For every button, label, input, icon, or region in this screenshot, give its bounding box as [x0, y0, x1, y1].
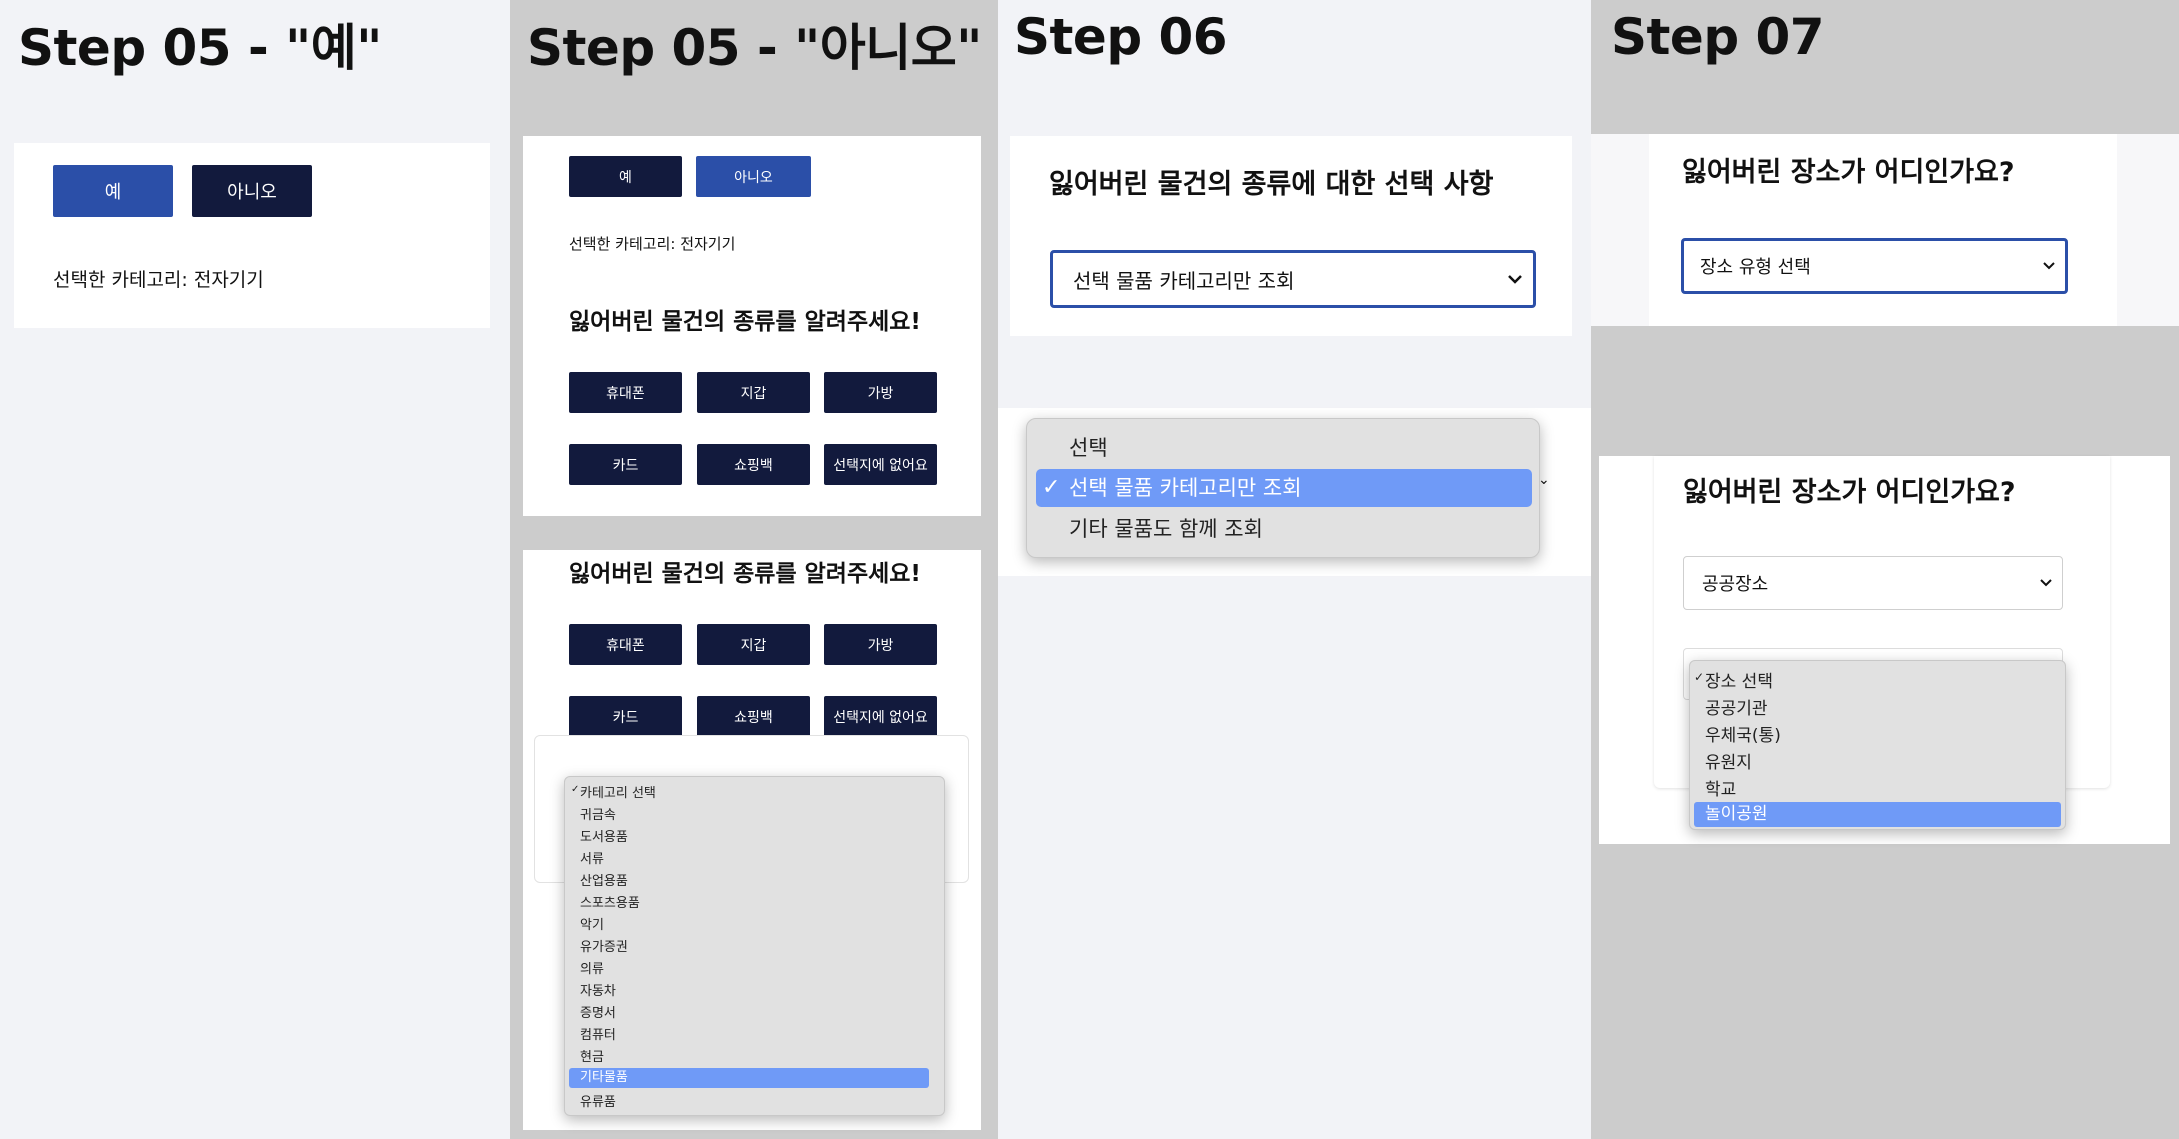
dropdown-option[interactable]: 유원지 — [1705, 748, 1752, 773]
lost-item-question: 잃어버린 물건의 종류를 알려주세요! — [569, 309, 921, 335]
place-type-select-value: 공공장소 — [1702, 574, 1769, 595]
dropdown-option[interactable]: 선택 — [1069, 432, 1108, 462]
dropdown-option[interactable]: 공공기관 — [1705, 694, 1768, 719]
step07-upper-card: 잃어버린 장소가 어디인가요? 장소 유형 선택 — [1649, 134, 2117, 326]
checkmark-icon: ✓ — [1042, 475, 1061, 500]
category-button-card[interactable]: 카드 — [569, 444, 682, 485]
yes-button[interactable]: 예 — [569, 156, 682, 197]
step05-yes-panel: Step 05 - "예" 예 아니오 선택한 카테고리: 전자기기 — [0, 0, 510, 1139]
category-button-bag[interactable]: 가방 — [824, 372, 937, 413]
dropdown-option[interactable]: 의류 — [580, 958, 604, 977]
search-scope-select-value: 선택 물품 카테고리만 조회 — [1073, 268, 1295, 293]
dropdown-option[interactable]: 기타 물품도 함께 조회 — [1069, 513, 1263, 543]
category-button-phone[interactable]: 휴대폰 — [569, 372, 682, 413]
step06-panel: Step 06 잃어버린 물건의 종류에 대한 선택 사항 선택 물품 카테고리… — [998, 0, 1591, 1139]
lost-item-question: 잃어버린 물건의 종류를 알려주세요! — [569, 561, 921, 587]
dropdown-option[interactable]: 카테고리 선택 — [580, 782, 656, 801]
dropdown-option[interactable]: 컴퓨터 — [580, 1024, 616, 1043]
checkmark-icon: ✓ — [571, 784, 580, 795]
category-button-shopping-bag[interactable]: 쇼핑백 — [697, 696, 810, 737]
dropdown-option[interactable]: 귀금속 — [580, 804, 616, 823]
category-button-other[interactable]: 선택지에 없어요 — [824, 696, 937, 737]
checkmark-icon: ✓ — [1694, 670, 1705, 684]
yes-button[interactable]: 예 — [53, 165, 173, 217]
dropdown-option[interactable]: 우체국(통) — [1705, 721, 1781, 746]
dropdown-option[interactable]: 유가증권 — [580, 936, 628, 955]
dropdown-option-highlighted[interactable]: 기타물품 — [569, 1068, 929, 1088]
category-button-phone[interactable]: 휴대폰 — [569, 624, 682, 665]
place-question-heading: 잃어버린 장소가 어디인가요? — [1682, 157, 2015, 188]
step06-card: 잃어버린 물건의 종류에 대한 선택 사항 선택 물품 카테고리만 조회 — [1010, 136, 1572, 336]
chevron-down-icon — [2040, 579, 2052, 587]
category-dropdown-list[interactable]: ✓ 카테고리 선택 귀금속 도서용품 서류 산업용품 스포츠용품 악기 유가증권… — [564, 776, 945, 1116]
step05-no-panel: Step 05 - "아니오" 예 아니오 선택한 카테고리: 전자기기 잃어버… — [510, 0, 998, 1139]
step07-upper-strip: 잃어버린 장소가 어디인가요? 장소 유형 선택 — [1591, 134, 2179, 326]
dropdown-option[interactable]: 산업용품 — [580, 870, 628, 889]
category-button-bag[interactable]: 가방 — [824, 624, 937, 665]
place-question-heading: 잃어버린 장소가 어디인가요? — [1683, 477, 2016, 508]
chevron-down-icon — [1507, 274, 1523, 284]
selected-category-text: 선택한 카테고리: 전자기기 — [569, 235, 736, 253]
step06-title: Step 06 — [1014, 8, 1228, 66]
dropdown-option[interactable]: 유류품 — [580, 1091, 616, 1110]
selected-category-text: 선택한 카테고리: 전자기기 — [53, 269, 264, 291]
dropdown-option[interactable]: 학교 — [1705, 775, 1736, 800]
search-option-heading: 잃어버린 물건의 종류에 대한 선택 사항 — [1049, 169, 1494, 200]
category-button-wallet[interactable]: 지갑 — [697, 372, 810, 413]
category-button-other[interactable]: 선택지에 없어요 — [824, 444, 937, 485]
step05-yes-card: 예 아니오 선택한 카테고리: 전자기기 — [14, 143, 490, 328]
category-button-shopping-bag[interactable]: 쇼핑백 — [697, 444, 810, 485]
search-scope-dropdown-list[interactable]: 선택 선택 물품 카테고리만 조회 ✓ 기타 물품도 함께 조회 — [1026, 418, 1540, 558]
step05-yes-title: Step 05 - "예" — [18, 19, 382, 77]
dropdown-option[interactable]: 장소 선택 — [1705, 667, 1773, 692]
search-scope-select[interactable]: 선택 물품 카테고리만 조회 — [1050, 250, 1536, 308]
step05-no-title: Step 05 - "아니오" — [527, 19, 982, 77]
dropdown-option[interactable]: 서류 — [580, 848, 604, 867]
dropdown-option[interactable]: 도서용품 — [580, 826, 628, 845]
no-button[interactable]: 아니오 — [192, 165, 312, 217]
category-button-wallet[interactable]: 지갑 — [697, 624, 810, 665]
dropdown-option-highlighted[interactable]: 선택 물품 카테고리만 조회 — [1036, 469, 1532, 507]
dropdown-option[interactable]: 증명서 — [580, 1002, 616, 1021]
dropdown-option[interactable]: 스포츠용품 — [580, 892, 640, 911]
place-type-select-value: 장소 유형 선택 — [1700, 257, 1811, 278]
step07-title: Step 07 — [1611, 8, 1825, 66]
dropdown-option[interactable]: 자동차 — [580, 980, 616, 999]
place-type-select[interactable]: 공공장소 — [1683, 556, 2063, 610]
step05-no-upper-card: 예 아니오 선택한 카테고리: 전자기기 잃어버린 물건의 종류를 알려주세요!… — [523, 136, 981, 516]
step07-panel: Step 07 잃어버린 장소가 어디인가요? 장소 유형 선택 잃어버린 장소… — [1591, 0, 2179, 1139]
chevron-down-icon — [2043, 262, 2055, 270]
dropdown-option-highlighted[interactable]: 놀이공원 — [1694, 802, 2061, 827]
dropdown-option[interactable]: 현금 — [580, 1046, 604, 1065]
category-button-card[interactable]: 카드 — [569, 696, 682, 737]
no-button[interactable]: 아니오 — [696, 156, 811, 197]
dropdown-option[interactable]: 악기 — [580, 914, 604, 933]
place-type-select[interactable]: 장소 유형 선택 — [1681, 238, 2068, 294]
place-dropdown-list[interactable]: ✓ 장소 선택 공공기관 우체국(통) 유원지 학교 놀이공원 — [1689, 660, 2066, 830]
